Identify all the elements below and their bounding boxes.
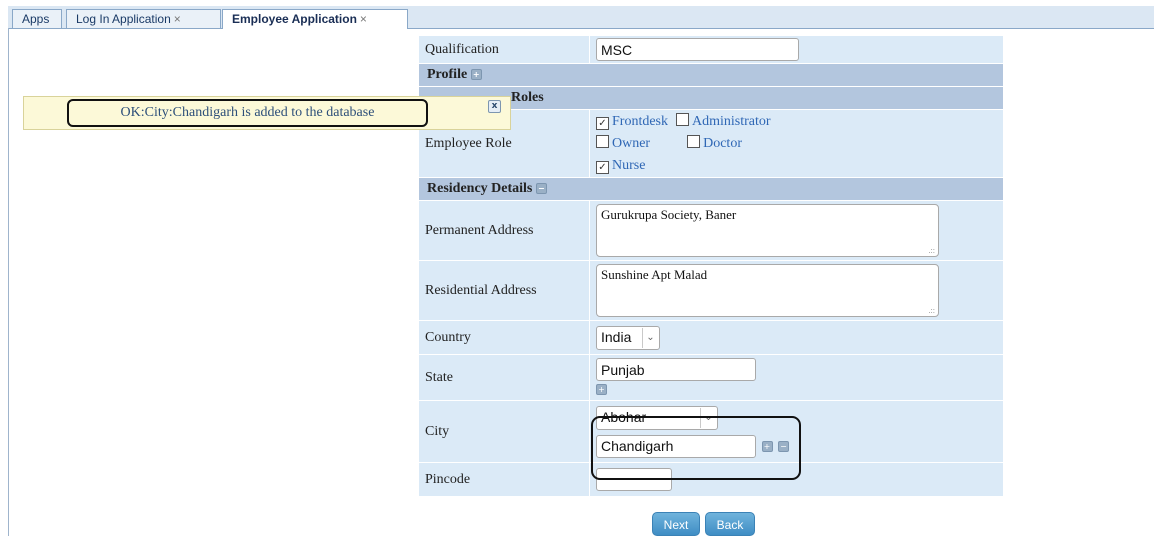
- close-icon[interactable]: ×: [174, 12, 181, 26]
- checkbox-administrator[interactable]: Administrator: [676, 111, 771, 133]
- form-row-city: City Abohar⌄ + −: [418, 400, 1004, 463]
- plus-icon[interactable]: +: [470, 69, 482, 81]
- plus-icon[interactable]: +: [761, 440, 773, 452]
- state-label: State: [418, 354, 590, 401]
- section-title: Profile: [427, 67, 468, 82]
- chevron-down-icon: ⌄: [700, 407, 716, 428]
- form-row-country: Country India ⌄: [418, 320, 1004, 355]
- section-title: Residency Details: [427, 181, 533, 196]
- tab-label: Apps: [22, 12, 50, 26]
- panel-border: [8, 28, 9, 536]
- pincode-label: Pincode: [418, 462, 590, 497]
- country-select[interactable]: India ⌄: [596, 325, 660, 350]
- residential-address-label: Residential Address: [418, 260, 590, 321]
- permanent-address-textarea[interactable]: Gurukrupa Society, Baner.::: [596, 204, 939, 257]
- form-row-qualification: Qualification: [418, 35, 1004, 64]
- plus-icon[interactable]: +: [596, 384, 607, 396]
- residential-address-textarea[interactable]: Sunshine Apt Malad.::: [596, 264, 939, 317]
- new-city-input[interactable]: [596, 434, 756, 458]
- form-row-permanent-address: Permanent Address Gurukrupa Society, Ban…: [418, 200, 1004, 261]
- tab-apps[interactable]: Apps: [12, 9, 62, 28]
- chevron-down-icon: ⌄: [642, 327, 658, 348]
- tab-employee-application[interactable]: Employee Application ×: [222, 9, 408, 29]
- qualification-label: Qualification: [418, 35, 590, 64]
- back-button[interactable]: Back: [705, 512, 755, 536]
- tab-bar: Apps Log In Application × Employee Applic…: [8, 6, 1154, 29]
- checkbox-doctor[interactable]: Doctor: [687, 133, 742, 155]
- resize-grip-icon[interactable]: .::: [929, 306, 935, 315]
- permanent-address-label: Permanent Address: [418, 200, 590, 261]
- state-input[interactable]: [596, 358, 756, 381]
- tab-label: Employee Application: [232, 12, 357, 26]
- checkbox-owner[interactable]: Owner: [596, 133, 650, 155]
- city-label: City: [418, 400, 590, 463]
- close-icon[interactable]: ×: [360, 12, 367, 26]
- next-button[interactable]: Next: [652, 512, 700, 536]
- checkmark-icon: ✓: [596, 160, 609, 174]
- resize-grip-icon[interactable]: .::: [929, 246, 935, 255]
- form-row-residential-address: Residential Address Sunshine Apt Malad.:…: [418, 260, 1004, 321]
- pincode-input[interactable]: [596, 468, 672, 491]
- qualification-input[interactable]: [596, 38, 799, 61]
- form-row-state: State +: [418, 354, 1004, 401]
- city-select[interactable]: Abohar ⌄: [596, 405, 718, 430]
- notification-message: OK:City:Chandigarh is added to the datab…: [67, 99, 428, 127]
- tab-log-in-application[interactable]: Log In Application ×: [66, 9, 221, 28]
- profile-section-header[interactable]: Profile +: [418, 63, 1004, 87]
- minus-icon[interactable]: −: [535, 183, 547, 195]
- checkmark-icon: ✓: [596, 116, 609, 130]
- minus-icon[interactable]: −: [778, 440, 789, 452]
- residency-section-header[interactable]: Residency Details −: [418, 177, 1004, 201]
- section-title: Roles: [511, 90, 544, 105]
- tab-label: Log In Application: [76, 12, 171, 26]
- form-row-pincode: Pincode: [418, 462, 1004, 497]
- close-icon[interactable]: x: [488, 100, 501, 113]
- checkbox-nurse[interactable]: ✓ Nurse: [596, 155, 645, 177]
- checkbox-frontdesk[interactable]: ✓ Frontdesk: [596, 111, 668, 133]
- country-label: Country: [418, 320, 590, 355]
